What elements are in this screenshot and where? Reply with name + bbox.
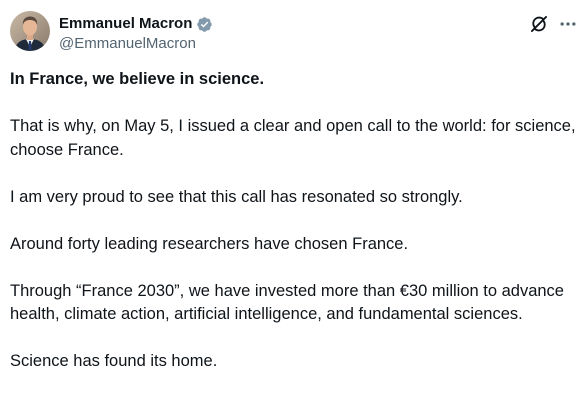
tweet-paragraph: I am very proud to see that this call ha… [10,187,463,206]
tweet-header: Emmanuel Macron @EmmanuelMacron [0,0,587,62]
grok-icon [531,16,547,32]
more-options-button[interactable] [555,11,581,37]
tweet-paragraph: That is why, on May 5, I issued a clear … [10,117,576,159]
avatar-image [10,11,50,51]
avatar[interactable] [10,11,50,51]
tweet-paragraph: Around forty leading researchers have ch… [10,234,409,253]
grok-button[interactable] [526,11,552,37]
verified-badge-icon[interactable] [196,16,213,33]
tweet-paragraph: Science has found its home. [10,352,218,370]
tweet-text: In France, we believe in science. That i… [10,68,580,397]
tweet-paragraph: In France, we believe in science. [10,70,265,88]
author-handle[interactable]: @EmmanuelMacron [59,34,196,54]
more-options-icon [560,22,576,26]
display-name[interactable]: Emmanuel Macron [59,14,192,34]
tweet-paragraph: Through “France 2030”, we have invested … [10,281,564,324]
name-row: Emmanuel Macron [59,14,213,34]
